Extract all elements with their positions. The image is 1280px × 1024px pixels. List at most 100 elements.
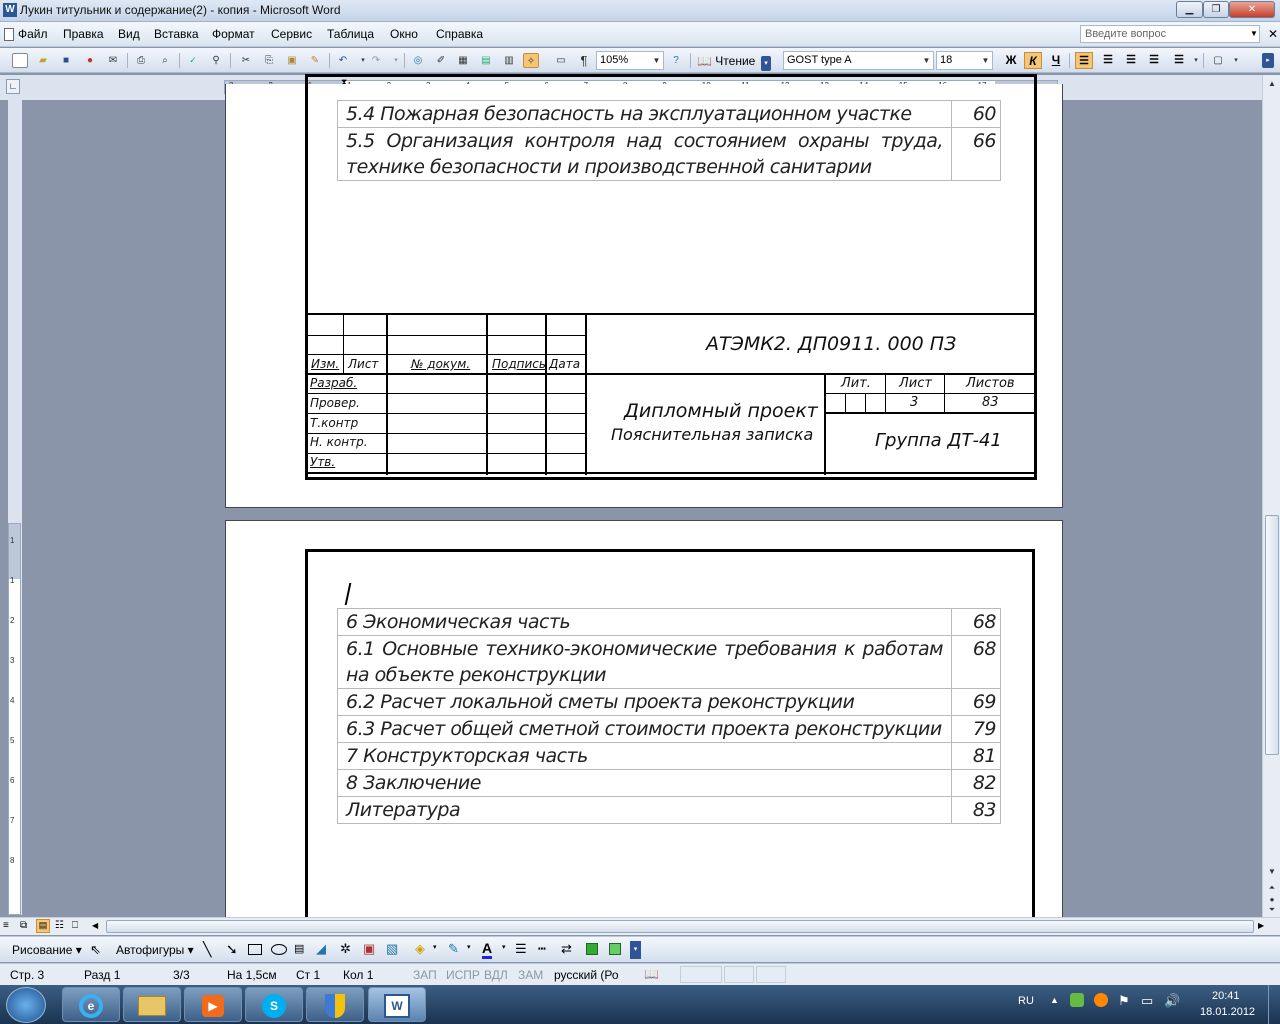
horizontal-scroll-thumb[interactable] (106, 920, 1254, 933)
save-icon[interactable]: ■ (58, 53, 74, 68)
toolbar-overflow-icon[interactable]: ▸ (1262, 53, 1274, 68)
scroll-left-icon[interactable]: ◀ (92, 921, 98, 930)
status-extend[interactable]: ВДЛ (484, 968, 508, 982)
start-button-icon[interactable] (6, 987, 46, 1023)
document-map-icon[interactable]: ▭ (553, 53, 569, 68)
action-center-flag-icon[interactable]: ⚑ (1118, 993, 1130, 1009)
status-language[interactable]: русский (Ро (554, 968, 619, 982)
redo-icon[interactable]: ↷ (368, 53, 384, 68)
reading-view-icon[interactable]: ⎕ (72, 920, 78, 931)
explorer-folder-icon[interactable] (123, 987, 181, 1022)
print-layout-view-icon[interactable]: ▤ (36, 919, 50, 933)
line-style-icon[interactable]: ☰ (515, 941, 527, 957)
line-color-icon[interactable]: ✎ (448, 941, 459, 957)
wordart-icon[interactable]: ◢ (316, 941, 326, 957)
menu-tools[interactable]: Сервис (271, 27, 312, 41)
line-color-dropdown-icon[interactable]: ▾ (467, 943, 471, 951)
columns-icon[interactable]: ▥ (501, 53, 517, 68)
help-search-input[interactable]: Введите вопрос (1080, 25, 1260, 43)
borders-icon[interactable]: ▢ (1210, 53, 1226, 68)
show-hidden-icons-icon[interactable]: ▲ (1050, 995, 1059, 1005)
arrow-icon[interactable]: ➘ (226, 941, 238, 958)
menu-format[interactable]: Формат (212, 27, 255, 41)
spelling-icon[interactable]: ✓ (185, 53, 201, 68)
toc-row[interactable]: 6 Экономическая часть 68 (337, 608, 1001, 636)
hyperlink-icon[interactable]: ◎ (410, 53, 426, 68)
insert-picture-icon[interactable]: ▧ (386, 941, 398, 957)
print-preview-icon[interactable]: ⌕ (157, 53, 173, 68)
language-indicator[interactable]: RU (1018, 995, 1034, 1007)
drawing-toggle-icon[interactable]: ✧ (523, 53, 539, 68)
oval-icon[interactable] (271, 944, 287, 955)
print-icon[interactable]: ⎙ (133, 53, 149, 68)
doc-icon[interactable] (4, 28, 14, 41)
align-center-icon[interactable]: ☰ (1099, 52, 1117, 69)
minimize-button[interactable]: ▁ (1176, 1, 1203, 18)
autoshapes-menu-button[interactable]: Автофигуры ▾ (116, 943, 194, 957)
toc-row[interactable]: 6.1 Основные технико-экономические требо… (337, 635, 1001, 689)
open-folder-icon[interactable]: ▰ (35, 53, 51, 68)
font-size-select[interactable]: 18 ▼ (936, 51, 993, 70)
toc-row[interactable]: Литература 83 (337, 796, 1001, 824)
research-icon[interactable]: ⚲ (208, 53, 224, 68)
toolbar-options-icon[interactable]: ▾ (761, 56, 771, 71)
text-box-icon[interactable]: ▤ (294, 942, 304, 955)
tab-selector-icon[interactable]: ∟ (6, 79, 20, 94)
read-mode-button[interactable]: 📖 Чтение (697, 54, 755, 68)
zoom-dropdown-icon[interactable]: ▼ (651, 53, 662, 68)
cut-icon[interactable]: ✂ (238, 53, 254, 68)
arrow-style-icon[interactable]: ⇄ (561, 941, 572, 957)
permission-icon[interactable]: ● (82, 53, 98, 68)
rectangle-icon[interactable] (248, 944, 262, 955)
justify-icon[interactable]: ☰ (1145, 52, 1163, 69)
line-spacing-dropdown-icon[interactable]: ▾ (1188, 53, 1204, 68)
font-color-dropdown-icon[interactable]: ▾ (502, 943, 506, 951)
align-right-icon[interactable]: ☰ (1122, 52, 1140, 69)
fill-color-dropdown-icon[interactable]: ▾ (433, 943, 437, 951)
spelling-status-icon[interactable]: 📖 (644, 967, 659, 981)
toc-row[interactable]: 6.2 Расчет локальной сметы проекта рекон… (337, 688, 1001, 716)
italic-button[interactable]: К (1024, 52, 1042, 69)
insert-table-icon[interactable]: ▦ (455, 53, 471, 68)
tray-monitor-icon[interactable]: ▭ (1141, 993, 1153, 1009)
menu-view[interactable]: Вид (118, 27, 140, 41)
status-track-changes[interactable]: ИСПР (446, 968, 480, 982)
font-name-select[interactable]: GOST type A ▼ (783, 51, 934, 70)
select-objects-icon[interactable]: ⇖ (90, 942, 101, 958)
menu-file[interactable]: Файл (18, 27, 48, 41)
menu-window[interactable]: Окно (390, 27, 418, 41)
clock-time[interactable]: 20:41 (1212, 990, 1240, 1002)
align-left-icon[interactable]: ☰ (1075, 52, 1093, 69)
menu-table[interactable]: Таблица (327, 27, 374, 41)
line-icon[interactable]: ╲ (203, 941, 211, 958)
restore-button[interactable]: ❐ (1203, 1, 1229, 18)
drawing-toolbar-options-icon[interactable]: ▾ (630, 941, 641, 959)
new-document-icon[interactable] (12, 53, 28, 68)
scrollbar-thumb[interactable] (1265, 515, 1279, 755)
toc-row[interactable]: 6.3 Расчет общей сметной стоимости проек… (337, 715, 1001, 743)
redo-dropdown-icon[interactable]: ▾ (388, 53, 404, 68)
status-record-macro[interactable]: ЗАП (413, 968, 437, 982)
drawing-menu-button[interactable]: Рисование ▾ (12, 943, 82, 957)
show-formatting-icon[interactable]: ¶ (576, 53, 592, 68)
insert-excel-icon[interactable]: ▤ (478, 53, 494, 68)
font-size-dropdown-icon[interactable]: ▼ (980, 53, 991, 68)
next-page-icon[interactable]: ⏷ (1265, 903, 1279, 917)
menu-insert[interactable]: Вставка (154, 27, 199, 41)
help-dropdown-icon[interactable]: ▼ (1250, 29, 1258, 38)
clip-art-icon[interactable]: ▣ (363, 941, 375, 957)
help-icon[interactable]: ? (668, 53, 684, 68)
undo-icon[interactable]: ↶ (335, 53, 351, 68)
clock-date[interactable]: 18.01.2012 (1200, 1006, 1255, 1018)
diagram-icon[interactable]: ✲ (340, 941, 351, 957)
doc-close-icon[interactable]: ✕ (1268, 27, 1278, 41)
skype-icon[interactable]: S (245, 987, 303, 1022)
internet-explorer-icon[interactable]: e (62, 987, 120, 1022)
word-taskbar-icon[interactable]: W (368, 987, 426, 1022)
fill-color-icon[interactable]: ◈ (415, 941, 425, 957)
word-app-icon[interactable]: W (3, 3, 17, 17)
toc-row[interactable]: 5.4 Пожарная безопасность на эксплуатаци… (337, 100, 1001, 128)
shadow-style-icon[interactable] (586, 943, 598, 955)
show-desktop-button[interactable] (1268, 985, 1280, 1024)
3d-style-icon[interactable] (609, 943, 621, 955)
